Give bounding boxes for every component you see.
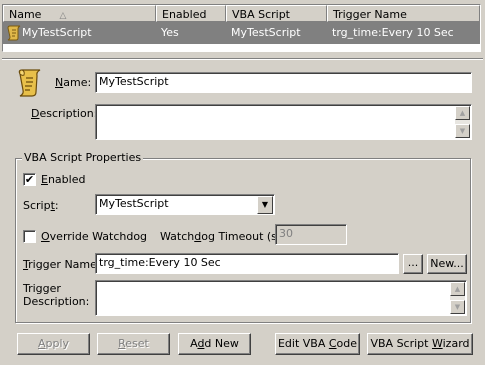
dropdown-arrow-icon[interactable]: ▼ (257, 196, 273, 214)
trigger-description-scrollbar[interactable]: ▲ ▼ (450, 282, 465, 314)
table-row[interactable]: MyTestScript Yes MyTestScript trg_time:E… (3, 22, 480, 44)
row-name: MyTestScript (22, 26, 92, 39)
script-icon (6, 25, 22, 49)
scroll-down-icon[interactable]: ▼ (455, 124, 470, 138)
scroll-up-icon[interactable]: ▲ (450, 282, 465, 296)
name-label: Name: (55, 76, 92, 89)
script-icon (16, 68, 44, 101)
scripts-list-view[interactable]: Name △ Enabled VBA Script Trigger Name My… (2, 4, 481, 52)
divider (2, 58, 483, 60)
trigger-name-input[interactable]: trg_time:Every 10 Sec (95, 253, 399, 274)
enabled-checkbox[interactable]: ✔ (23, 173, 36, 186)
watchdog-timeout-label: Watchdog Timeout (s): (160, 230, 285, 243)
trigger-description-label: Trigger Description: (23, 282, 90, 308)
trigger-name-label: Trigger Name: (23, 258, 101, 271)
description-scrollbar[interactable]: ▲ ▼ (455, 106, 470, 138)
override-watchdog-checkbox[interactable] (23, 230, 36, 243)
override-watchdog-label[interactable]: Override Watchdog (41, 230, 147, 243)
column-header-enabled[interactable]: Enabled (156, 5, 226, 22)
row-vba-script: MyTestScript (231, 26, 301, 39)
column-header-name[interactable]: Name △ (3, 5, 156, 22)
browse-trigger-button[interactable]: ... (403, 254, 423, 274)
sort-ascending-icon: △ (59, 11, 67, 21)
scroll-down-icon[interactable]: ▼ (450, 300, 465, 314)
script-select[interactable]: MyTestScript ▼ (95, 194, 275, 215)
group-title: VBA Script Properties (22, 151, 144, 164)
enabled-label[interactable]: Enabled (41, 173, 85, 186)
script-label: Script: (23, 199, 59, 212)
new-trigger-button[interactable]: New... (427, 254, 467, 274)
vba-script-wizard-button[interactable]: VBA Script Wizard (367, 333, 473, 355)
column-header-vba-script[interactable]: VBA Script (226, 5, 327, 22)
row-trigger-name: trg_time:Every 10 Sec (332, 26, 454, 39)
apply-button[interactable]: Apply (17, 333, 90, 355)
add-new-button[interactable]: Add New (178, 333, 251, 355)
row-enabled: Yes (161, 26, 179, 39)
trigger-description-input[interactable]: ▲ ▼ (95, 280, 467, 316)
reset-button[interactable]: Reset (97, 333, 170, 355)
column-header-trigger-name[interactable]: Trigger Name (327, 5, 480, 22)
watchdog-timeout-input[interactable]: 30 (275, 224, 347, 245)
check-icon: ✔ (24, 173, 35, 186)
scroll-up-icon[interactable]: ▲ (455, 106, 470, 120)
description-input[interactable]: ▲ ▼ (95, 104, 472, 140)
edit-vba-code-button[interactable]: Edit VBA Code (275, 333, 360, 355)
name-input[interactable]: MyTestScript (95, 72, 472, 93)
description-label: Description: (31, 107, 98, 120)
